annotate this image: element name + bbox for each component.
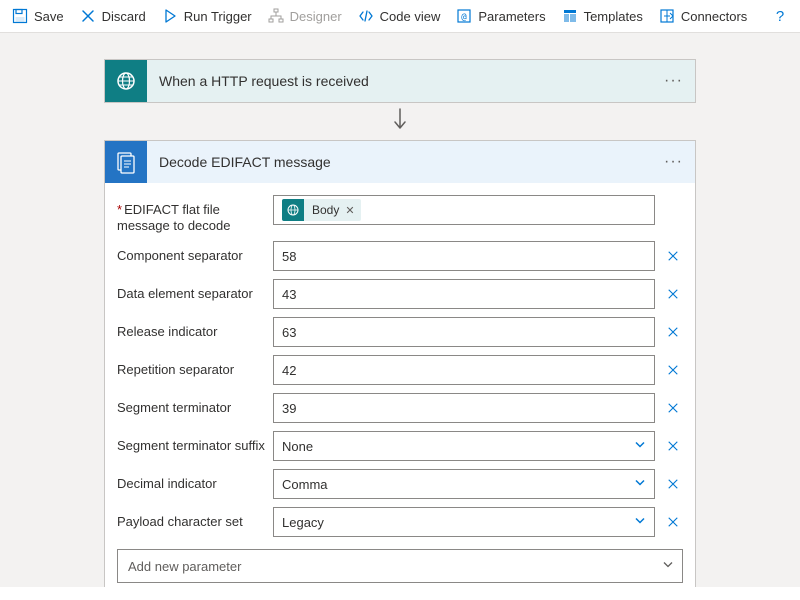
toolbar: Save Discard Run Trigger Designer Code v…: [0, 0, 800, 33]
data-element-separator-remove[interactable]: [663, 287, 683, 301]
action-title: Decode EDIFACT message: [147, 154, 664, 170]
payload-charset-remove[interactable]: [663, 515, 683, 529]
discard-label: Discard: [102, 9, 146, 24]
code-icon: [358, 8, 374, 24]
body-token[interactable]: Body ✕: [282, 199, 361, 221]
connectors-icon: [659, 8, 675, 24]
payload-charset-label: Payload character set: [117, 507, 273, 530]
templates-button[interactable]: Templates: [562, 8, 643, 24]
action-menu-button[interactable]: ···: [664, 153, 683, 171]
field-data-element-separator: Data element separator 43: [117, 279, 683, 309]
field-release-indicator: Release indicator 63: [117, 317, 683, 347]
decimal-indicator-remove[interactable]: [663, 477, 683, 491]
field-decimal-indicator: Decimal indicator Comma: [117, 469, 683, 499]
decimal-indicator-select[interactable]: Comma: [273, 469, 655, 499]
body-token-remove[interactable]: ✕: [345, 204, 360, 217]
component-separator-input[interactable]: 58: [273, 241, 655, 271]
svg-text:@: @: [462, 13, 468, 23]
connectors-label: Connectors: [681, 9, 747, 24]
connectors-button[interactable]: Connectors: [659, 8, 747, 24]
repetition-separator-input[interactable]: 42: [273, 355, 655, 385]
repetition-separator-remove[interactable]: [663, 363, 683, 377]
release-indicator-label: Release indicator: [117, 317, 273, 340]
discard-icon: [80, 8, 96, 24]
payload-charset-select[interactable]: Legacy: [273, 507, 655, 537]
repetition-separator-label: Repetition separator: [117, 355, 273, 378]
save-icon: [12, 8, 28, 24]
data-element-separator-label: Data element separator: [117, 279, 273, 302]
code-view-label: Code view: [380, 9, 441, 24]
segment-terminator-suffix-remove[interactable]: [663, 439, 683, 453]
templates-icon: [562, 8, 578, 24]
connector-arrow: [104, 103, 696, 140]
help-button[interactable]: ?: [772, 8, 788, 24]
field-segment-terminator-suffix: Segment terminator suffix None: [117, 431, 683, 461]
designer-label: Designer: [290, 9, 342, 24]
templates-label: Templates: [584, 9, 643, 24]
data-element-separator-input[interactable]: 43: [273, 279, 655, 309]
run-trigger-label: Run Trigger: [184, 9, 252, 24]
segment-terminator-suffix-label: Segment terminator suffix: [117, 431, 273, 454]
designer-button: Designer: [268, 8, 342, 24]
flat-file-input[interactable]: Body ✕: [273, 195, 655, 225]
code-view-button[interactable]: Code view: [358, 8, 441, 24]
segment-terminator-suffix-select[interactable]: None: [273, 431, 655, 461]
help-icon: ?: [772, 8, 788, 24]
action-header[interactable]: Decode EDIFACT message ···: [105, 141, 695, 183]
action-body: *EDIFACT flat file message to decode Bod…: [105, 183, 695, 587]
field-repetition-separator: Repetition separator 42: [117, 355, 683, 385]
segment-terminator-input[interactable]: 39: [273, 393, 655, 423]
save-label: Save: [34, 9, 64, 24]
body-token-label: Body: [304, 203, 345, 217]
trigger-header[interactable]: When a HTTP request is received ···: [105, 60, 695, 102]
segment-terminator-label: Segment terminator: [117, 393, 273, 416]
field-flat-file: *EDIFACT flat file message to decode Bod…: [117, 195, 683, 233]
http-trigger-icon: [105, 60, 147, 102]
decimal-indicator-label: Decimal indicator: [117, 469, 273, 492]
trigger-menu-button[interactable]: ···: [664, 72, 683, 90]
parameters-label: Parameters: [478, 9, 545, 24]
play-icon: [162, 8, 178, 24]
trigger-title: When a HTTP request is received: [147, 73, 664, 89]
flat-file-label: *EDIFACT flat file message to decode: [117, 195, 273, 233]
field-component-separator: Component separator 58: [117, 241, 683, 271]
action-card: Decode EDIFACT message ··· *EDIFACT flat…: [104, 140, 696, 587]
component-separator-remove[interactable]: [663, 249, 683, 263]
segment-terminator-remove[interactable]: [663, 401, 683, 415]
field-payload-charset: Payload character set Legacy: [117, 507, 683, 537]
trigger-card[interactable]: When a HTTP request is received ···: [104, 59, 696, 103]
designer-icon: [268, 8, 284, 24]
component-separator-label: Component separator: [117, 241, 273, 264]
parameters-icon: @: [456, 8, 472, 24]
svg-text:?: ?: [776, 8, 784, 24]
parameters-button[interactable]: @ Parameters: [456, 8, 545, 24]
http-token-icon: [282, 199, 304, 221]
chevron-down-icon: [662, 559, 674, 574]
add-new-parameter-select[interactable]: Add new parameter: [117, 549, 683, 583]
discard-button[interactable]: Discard: [80, 8, 146, 24]
save-button[interactable]: Save: [12, 8, 64, 24]
run-trigger-button[interactable]: Run Trigger: [162, 8, 252, 24]
chevron-down-icon: [634, 515, 646, 530]
chevron-down-icon: [634, 439, 646, 454]
chevron-down-icon: [634, 477, 646, 492]
release-indicator-remove[interactable]: [663, 325, 683, 339]
edifact-icon: [105, 141, 147, 183]
release-indicator-input[interactable]: 63: [273, 317, 655, 347]
designer-canvas: When a HTTP request is received ··· Deco…: [0, 33, 800, 587]
field-segment-terminator: Segment terminator 39: [117, 393, 683, 423]
